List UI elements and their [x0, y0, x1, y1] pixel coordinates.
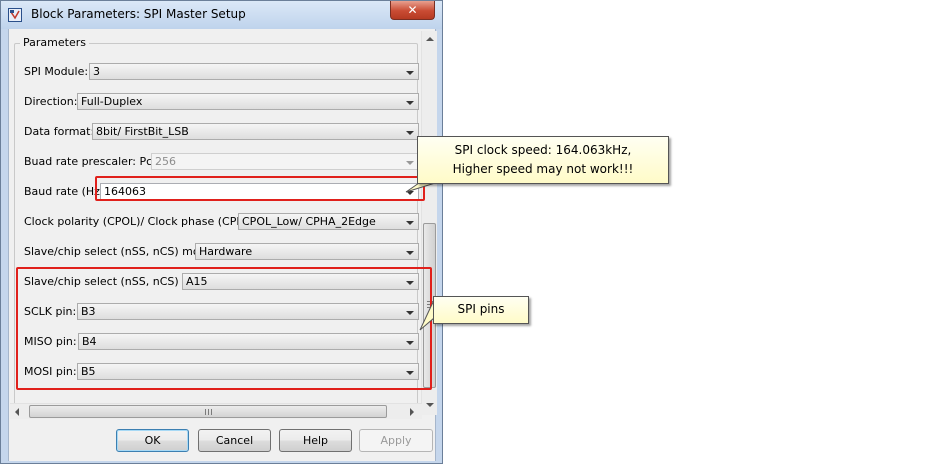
help-button[interactable]: Help [279, 429, 352, 452]
slave-select-pin-value: A15 [186, 275, 208, 288]
chevron-down-icon [406, 131, 414, 135]
baud-rate-input[interactable]: 164063 [100, 183, 419, 200]
baud-rate-label: Baud rate (Hz) [24, 185, 105, 198]
close-button[interactable]: ✕ [390, 1, 435, 20]
close-icon: ✕ [407, 3, 418, 17]
slave-select-mode-select[interactable]: Hardware [195, 243, 419, 260]
chevron-down-icon [406, 341, 414, 345]
miso-pin-select[interactable]: B4 [78, 333, 419, 350]
baud-prescaler-label: Buad rate prescaler: Pclk/ [24, 155, 166, 168]
baud-prescaler-select: 256 [151, 153, 419, 170]
title-bar[interactable]: Block Parameters: SPI Master Setup ✕ [1, 1, 442, 29]
chevron-down-icon [406, 281, 414, 285]
miso-pin-label: MISO pin: [24, 335, 77, 348]
apply-button: Apply [359, 429, 433, 452]
chevron-down-icon [406, 161, 414, 165]
ok-button[interactable]: OK [116, 429, 189, 452]
chevron-down-icon [406, 71, 414, 75]
clock-polarity-label: Clock polarity (CPOL)/ Clock phase (CPHA… [24, 215, 261, 228]
data-format-select[interactable]: 8bit/ FirstBit_LSB [92, 123, 419, 140]
grip-line [208, 409, 209, 415]
direction-select[interactable]: Full-Duplex [77, 93, 419, 110]
slave-select-mode-value: Hardware [199, 245, 253, 258]
baud-callout-line2: Higher speed may not work!!! [452, 162, 634, 176]
clock-polarity-select[interactable]: CPOL_Low/ CPHA_2Edge [238, 213, 419, 230]
horizontal-scroll-thumb[interactable] [29, 405, 387, 418]
data-format-label: Data format: [24, 125, 95, 138]
horizontal-scrollbar[interactable] [10, 403, 422, 419]
mosi-pin-select[interactable]: B5 [77, 363, 419, 380]
scroll-down-icon[interactable] [426, 403, 434, 407]
parameters-panel: Parameters SPI Module: 3 Direction: Full… [10, 31, 420, 415]
sclk-pin-label: SCLK pin: [24, 305, 77, 318]
chevron-down-icon [406, 101, 414, 105]
miso-pin-value: B4 [82, 335, 97, 348]
spi-pins-callout-text: SPI pins [457, 302, 505, 316]
block-parameters-dialog: Block Parameters: SPI Master Setup ✕ Par… [0, 0, 443, 464]
simulink-block-icon [8, 8, 22, 22]
grip-line [205, 409, 206, 415]
spi-module-select[interactable]: 3 [89, 63, 419, 80]
spi-module-value: 3 [93, 65, 100, 78]
scroll-right-icon[interactable] [410, 408, 414, 416]
cancel-button[interactable]: Cancel [198, 429, 271, 452]
sclk-pin-select[interactable]: B3 [77, 303, 419, 320]
grip-line [211, 409, 212, 415]
parameters-group-label: Parameters [20, 36, 89, 49]
chevron-down-icon [406, 371, 414, 375]
mosi-pin-label: MOSI pin: [24, 365, 77, 378]
vertical-scrollbar[interactable] [421, 31, 437, 415]
scroll-left-icon[interactable] [15, 408, 19, 416]
slave-select-pin-label: Slave/chip select (nSS, nCS) pin [24, 275, 200, 288]
spi-module-label: SPI Module: [24, 65, 89, 78]
clock-polarity-value: CPOL_Low/ CPHA_2Edge [242, 215, 376, 228]
slave-select-pin-select[interactable]: A15 [182, 273, 419, 290]
baud-rate-callout: SPI clock speed: 164.063kHz, Higher spee… [417, 136, 669, 184]
scroll-up-icon[interactable] [426, 37, 434, 41]
chevron-down-icon [406, 311, 414, 315]
sclk-pin-value: B3 [81, 305, 96, 318]
data-format-value: 8bit/ FirstBit_LSB [96, 125, 189, 138]
baud-rate-value: 164063 [104, 185, 146, 198]
mosi-pin-value: B5 [81, 365, 96, 378]
chevron-down-icon [406, 191, 414, 195]
chevron-down-icon [406, 221, 414, 225]
baud-prescaler-value: 256 [155, 155, 176, 168]
direction-label: Direction: [24, 95, 78, 108]
chevron-down-icon [406, 251, 414, 255]
baud-callout-line1: SPI clock speed: 164.063kHz, [454, 143, 632, 157]
direction-value: Full-Duplex [81, 95, 143, 108]
spi-pins-callout: SPI pins [433, 296, 529, 324]
slave-select-mode-label: Slave/chip select (nSS, nCS) mode [24, 245, 214, 258]
window-title: Block Parameters: SPI Master Setup [31, 7, 246, 21]
dialog-client-area: Parameters SPI Module: 3 Direction: Full… [8, 29, 437, 461]
